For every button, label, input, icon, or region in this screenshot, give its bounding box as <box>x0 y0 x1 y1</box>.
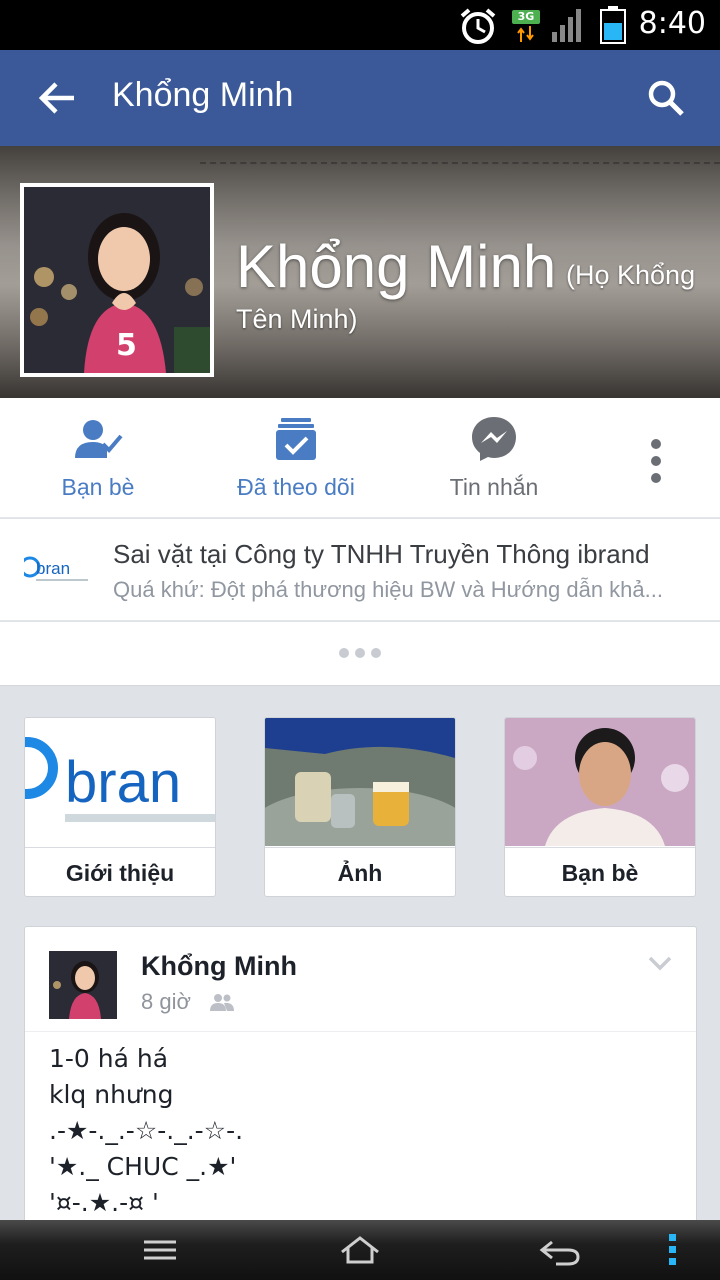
home-icon[interactable] <box>338 1232 382 1268</box>
following-label: Đã theo dõi <box>237 474 355 500</box>
friends-check-icon <box>75 420 123 458</box>
tile-about-label: Giới thiệu <box>25 847 215 896</box>
company-logo: bran <box>24 547 88 595</box>
alarm-icon <box>460 8 496 44</box>
post-line: '★._ CHUC _.★' <box>49 1152 237 1181</box>
profile-picture[interactable]: 5 <box>20 183 214 377</box>
following-icon <box>276 418 316 460</box>
svg-text:bran: bran <box>65 750 181 815</box>
app-bar: Khổng Minh <box>0 50 720 146</box>
friends-label: Bạn bè <box>61 474 135 500</box>
tile-photos-label: Ảnh <box>265 847 455 896</box>
chevron-down-icon[interactable] <box>648 955 672 971</box>
photos-image <box>265 718 455 846</box>
tile-about[interactable]: bran Giới thiệu <box>24 717 216 897</box>
work-info[interactable]: bran Sai vặt tại Công ty TNHH Truyền Thô… <box>0 519 720 621</box>
more-options-icon[interactable] <box>646 438 666 484</box>
svg-text:5: 5 <box>116 328 137 363</box>
app-bar-title: Khổng Minh <box>112 76 294 114</box>
menu-icon[interactable] <box>138 1232 182 1268</box>
profile-alt-name: (Họ Khổng <box>566 260 696 290</box>
about-image: bran <box>25 718 215 846</box>
post-author-avatar[interactable] <box>49 951 117 1019</box>
post-line: 1-0 há há <box>49 1044 169 1073</box>
network-type-badge: 3G <box>512 10 540 24</box>
system-nav-bar <box>0 1220 720 1280</box>
battery-icon <box>600 6 626 44</box>
back-nav-icon[interactable] <box>538 1232 582 1268</box>
clock: 8:40 <box>638 6 706 41</box>
see-more-dots[interactable] <box>0 622 720 686</box>
status-bar: 3G 8:40 <box>0 0 720 50</box>
work-past: Quá khứ: Đột phá thương hiệu BW và Hướng… <box>113 577 663 602</box>
back-arrow-icon[interactable] <box>36 76 80 120</box>
post-line: klq nhưng <box>49 1080 174 1109</box>
post-line: .-★-._.-☆-._.-☆-. <box>49 1116 244 1145</box>
profile-name: Khổng Minh <box>236 233 557 300</box>
tile-photos[interactable]: Ảnh <box>264 717 456 897</box>
post-text: 1-0 há há klq nhưng .-★-._.-☆-._.-☆-. '★… <box>49 1041 243 1221</box>
friends-image <box>505 718 695 846</box>
data-arrows-icon <box>517 26 534 42</box>
friends-button[interactable]: Bạn bè <box>0 398 196 518</box>
tile-friends-label: Bạn bè <box>505 847 695 896</box>
audience-friends-icon <box>210 994 234 1011</box>
messenger-icon <box>472 417 516 461</box>
profile-actions: Bạn bè Đã theo dõi Tin nhắn <box>0 398 720 518</box>
profile-alt-name-cont: Tên Minh) <box>236 304 358 334</box>
post-author-name[interactable]: Khổng Minh <box>141 951 297 982</box>
post-card: Khổng Minh 8 giờ 1-0 há há klq nhưng .-★… <box>24 926 697 1256</box>
post-line: '¤-.★.-¤ ' <box>49 1188 159 1217</box>
profile-photo: 5 <box>24 187 210 373</box>
tile-friends[interactable]: Bạn bè <box>504 717 696 897</box>
overflow-menu-icon[interactable] <box>660 1232 684 1268</box>
post-timestamp[interactable]: 8 giờ <box>141 989 191 1015</box>
search-icon[interactable] <box>646 78 686 118</box>
message-button[interactable]: Tin nhắn <box>396 398 592 518</box>
work-title: Sai vặt tại Công ty TNHH Truyền Thông ib… <box>113 539 650 569</box>
svg-text:bran: bran <box>36 559 70 578</box>
message-label: Tin nhắn <box>449 474 539 500</box>
following-button[interactable]: Đã theo dõi <box>196 398 396 518</box>
signal-icon <box>552 9 581 42</box>
